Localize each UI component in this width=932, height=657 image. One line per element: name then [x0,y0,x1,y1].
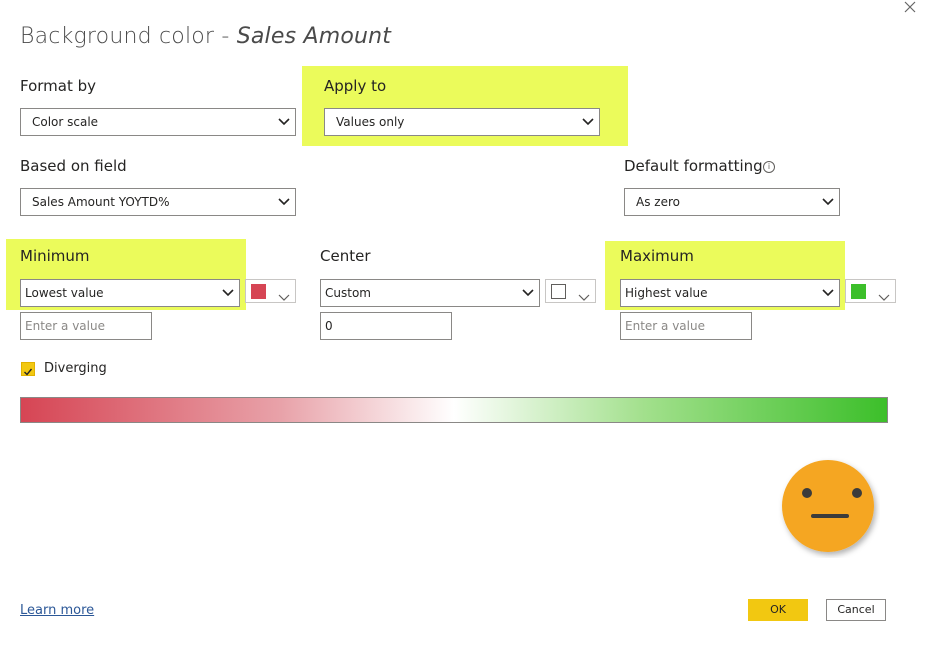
center-value: Custom [325,286,371,300]
default-formatting-value: As zero [636,195,680,209]
maximum-value-input[interactable] [620,312,752,340]
apply-to-label: Apply to [324,77,387,95]
close-icon[interactable] [900,0,920,18]
format-by-value: Color scale [32,115,99,129]
apply-to-value: Values only [336,115,405,129]
title-field: Sales Amount [236,24,392,49]
based-on-field-value: Sales Amount YOYTD% [32,195,170,209]
minimum-value: Lowest value [25,286,104,300]
based-on-field-select[interactable]: Sales Amount YOYTD% [20,188,296,216]
cancel-button[interactable]: Cancel [826,599,886,621]
chevron-down-icon [582,117,594,127]
minimum-select[interactable]: Lowest value [20,279,240,307]
chevron-down-icon [222,288,234,298]
minimum-value-input[interactable] [20,312,152,340]
chevron-down-icon [522,288,534,298]
chevron-down-icon [578,287,590,306]
dialog-title: Background color - Sales Amount [20,24,391,49]
chevron-down-icon [822,197,834,207]
chevron-down-icon [878,287,890,306]
format-by-select[interactable]: Color scale [20,108,296,136]
default-formatting-select[interactable]: As zero [624,188,840,216]
maximum-select[interactable]: Highest value [620,279,840,307]
diverging-checkbox[interactable] [21,362,35,376]
neutral-face-icon [778,456,880,558]
apply-to-select[interactable]: Values only [324,108,600,136]
chevron-down-icon [278,197,290,207]
based-on-field-label: Based on field [20,157,127,175]
maximum-value: Highest value [625,286,708,300]
default-formatting-label: Default formatting [624,157,763,175]
chevron-down-icon [278,287,290,306]
info-icon[interactable]: i [763,161,775,173]
color-scale-gradient [20,397,888,423]
learn-more-link[interactable]: Learn more [20,603,94,618]
center-value-input[interactable] [320,312,452,340]
maximum-color-swatch [851,284,866,299]
center-select[interactable]: Custom [320,279,540,307]
chevron-down-icon [278,117,290,127]
chevron-down-icon [822,288,834,298]
title-prefix: Background color - [20,24,237,49]
checkmark-icon [24,368,33,376]
minimum-label: Minimum [20,247,90,265]
ok-button[interactable]: OK [748,599,808,621]
center-label: Center [320,247,371,265]
maximum-label: Maximum [620,247,694,265]
maximum-color-picker[interactable] [845,279,896,303]
center-color-swatch [551,284,566,299]
diverging-label: Diverging [44,361,107,376]
minimum-color-picker[interactable] [245,279,296,303]
format-by-label: Format by [20,77,97,95]
minimum-color-swatch [251,284,266,299]
center-color-picker[interactable] [545,279,596,303]
